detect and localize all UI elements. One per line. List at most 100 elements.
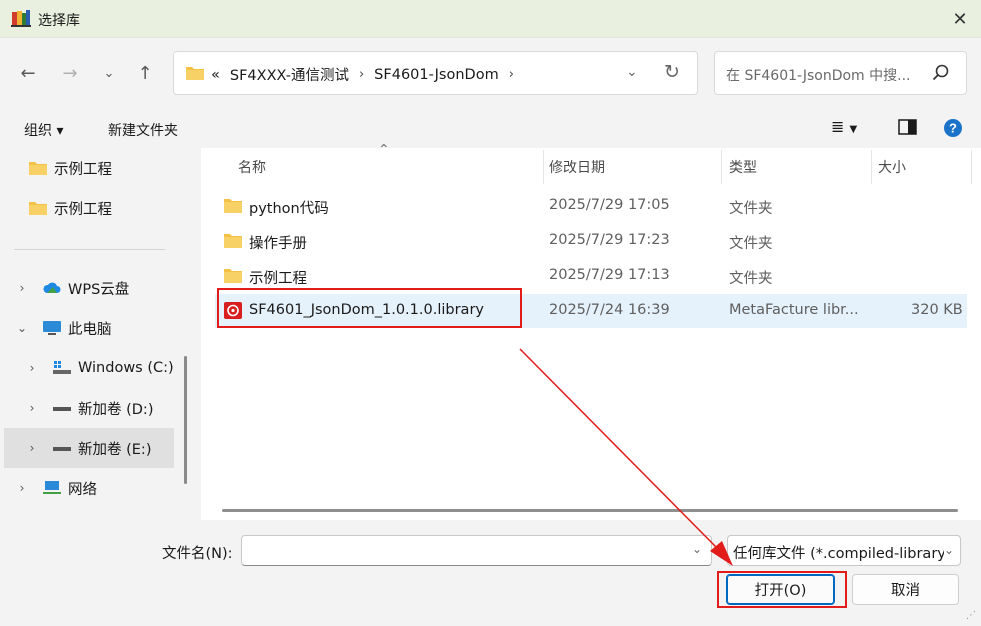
view-options-button[interactable]: ≣ ▼: [831, 117, 857, 136]
sidebar-item-label: 新加卷 (D:): [78, 401, 154, 418]
annotation-highlight-file: [217, 288, 522, 328]
breadcrumb-item[interactable]: SF4601-JsonDom: [374, 67, 499, 83]
sidebar-item-this-pc[interactable]: ⌄ 此电脑: [14, 308, 178, 348]
search-icon[interactable]: [931, 63, 951, 83]
close-button[interactable]: ✕: [946, 6, 974, 32]
column-divider[interactable]: [971, 150, 972, 184]
sidebar-item-label: 示例工程: [54, 201, 112, 218]
file-type-filter-select[interactable]: 任何库文件 (*.compiled-library ⌄: [727, 535, 961, 566]
file-type: 文件夹: [729, 201, 773, 217]
annotation-highlight-open-button: [717, 571, 847, 608]
file-date: 2025/7/29 17:23: [549, 232, 670, 248]
sidebar-item-quick-access-2[interactable]: 示例工程: [28, 188, 178, 228]
folder-icon: [29, 202, 47, 215]
chevron-right-icon[interactable]: ›: [14, 481, 30, 495]
file-size: 320 KB: [911, 302, 963, 318]
chevron-right-icon[interactable]: ›: [14, 281, 30, 295]
chevron-right-icon[interactable]: ›: [509, 67, 514, 82]
sidebar-item-drive-d[interactable]: › 新加卷 (D:): [24, 388, 178, 428]
filename-input[interactable]: [241, 535, 712, 566]
table-row[interactable]: python代码 2025/7/29 17:05 文件夹: [215, 189, 967, 223]
column-header-size[interactable]: 大小: [878, 157, 906, 177]
library-app-icon: [11, 10, 31, 27]
file-date: 2025/7/29 17:05: [549, 197, 670, 213]
folder-icon: [186, 67, 204, 80]
filename-dropdown[interactable]: ⌄: [692, 542, 702, 556]
column-header-date[interactable]: 修改日期: [549, 157, 605, 177]
cancel-button[interactable]: 取消: [852, 574, 959, 605]
refresh-button[interactable]: ↻: [664, 61, 680, 83]
caret-down-icon: ▼: [849, 124, 858, 135]
file-type: MetaFacture libr...: [729, 302, 859, 318]
sidebar-item-label: 此电脑: [68, 321, 112, 338]
windows-drive-icon: [53, 361, 71, 374]
computer-icon: [43, 321, 61, 335]
file-name: 示例工程: [249, 271, 307, 287]
preview-pane-icon[interactable]: [898, 119, 918, 135]
organize-menu-button[interactable]: 组织 ▾: [24, 120, 63, 140]
sort-ascending-icon: ⌃: [378, 142, 390, 158]
forward-button[interactable]: →: [59, 62, 81, 84]
close-icon: ✕: [952, 8, 968, 30]
sidebar-item-label: 新加卷 (E:): [78, 441, 152, 458]
chevron-right-icon[interactable]: ›: [24, 441, 40, 455]
sidebar-item-quick-access-1[interactable]: 示例工程: [28, 148, 178, 188]
arrow-up-icon: ↑: [137, 62, 153, 84]
chevron-right-icon[interactable]: ›: [24, 361, 40, 375]
sidebar-item-wps-cloud[interactable]: › WPS云盘: [14, 268, 178, 308]
chevron-down-icon[interactable]: ⌄: [14, 321, 30, 335]
filename-label: 文件名(N):: [162, 546, 233, 562]
pane-divider: [14, 249, 165, 250]
breadcrumb-overflow[interactable]: «: [211, 67, 220, 83]
breadcrumb-item[interactable]: SF4XXX-通信测试: [230, 64, 349, 85]
column-divider[interactable]: [543, 150, 544, 184]
refresh-icon: ↻: [664, 61, 680, 83]
new-folder-button[interactable]: 新建文件夹: [108, 120, 178, 140]
up-button[interactable]: ↑: [134, 62, 156, 84]
folder-icon: [29, 162, 47, 175]
folder-icon: [224, 199, 242, 213]
title-bar: [0, 0, 981, 38]
column-header-name[interactable]: 名称: [238, 157, 266, 177]
drive-icon: [53, 447, 71, 451]
list-view-icon: ≣: [831, 117, 845, 136]
sidebar-item-label: WPS云盘: [68, 281, 130, 298]
column-divider[interactable]: [871, 150, 872, 184]
file-type: 文件夹: [729, 236, 773, 252]
drive-icon: [53, 407, 71, 411]
breadcrumb: « SF4XXX-通信测试 › SF4601-JsonDom ›: [211, 64, 514, 85]
navigation-pane-scrollbar[interactable]: [184, 356, 187, 484]
sidebar-item-drive-e[interactable]: › 新加卷 (E:): [4, 428, 174, 468]
chevron-right-icon[interactable]: ›: [359, 67, 364, 82]
address-bar[interactable]: « SF4XXX-通信测试 › SF4601-JsonDom › ⌄ ↻: [173, 51, 698, 95]
search-input[interactable]: 在 SF4601-JsonDom 中搜...: [726, 65, 911, 85]
chevron-down-icon: ⌄: [944, 543, 955, 557]
recent-locations-button[interactable]: ⌄: [98, 62, 120, 84]
horizontal-scrollbar[interactable]: [222, 509, 958, 512]
column-header-type[interactable]: 类型: [729, 157, 757, 177]
sidebar-item-label: Windows (C:): [78, 360, 174, 376]
file-name: python代码: [249, 201, 329, 217]
file-name: 操作手册: [249, 236, 307, 252]
folder-icon: [224, 234, 242, 248]
window-title: 选择库: [38, 13, 80, 29]
address-history-dropdown[interactable]: ⌄: [626, 64, 638, 80]
sidebar-item-label: 网络: [68, 481, 97, 498]
table-row[interactable]: 操作手册 2025/7/29 17:23 文件夹: [215, 224, 967, 258]
file-date: 2025/7/24 16:39: [549, 302, 670, 318]
help-icon[interactable]: ?: [943, 118, 963, 138]
chevron-right-icon[interactable]: ›: [24, 401, 40, 415]
resize-grip-icon[interactable]: ⋰: [966, 610, 976, 621]
cloud-icon: [43, 282, 61, 293]
column-divider[interactable]: [721, 150, 722, 184]
folder-icon: [224, 269, 242, 283]
arrow-left-icon: ←: [20, 62, 36, 84]
search-box[interactable]: 在 SF4601-JsonDom 中搜...: [714, 51, 967, 95]
sidebar-item-drive-c[interactable]: › Windows (C:): [24, 348, 178, 388]
chevron-down-icon: ⌄: [692, 542, 703, 556]
back-button[interactable]: ←: [17, 62, 39, 84]
arrow-right-icon: →: [62, 62, 78, 84]
file-date: 2025/7/29 17:13: [549, 267, 670, 283]
sidebar-item-label: 示例工程: [54, 161, 112, 178]
sidebar-item-network[interactable]: › 网络: [14, 468, 178, 508]
